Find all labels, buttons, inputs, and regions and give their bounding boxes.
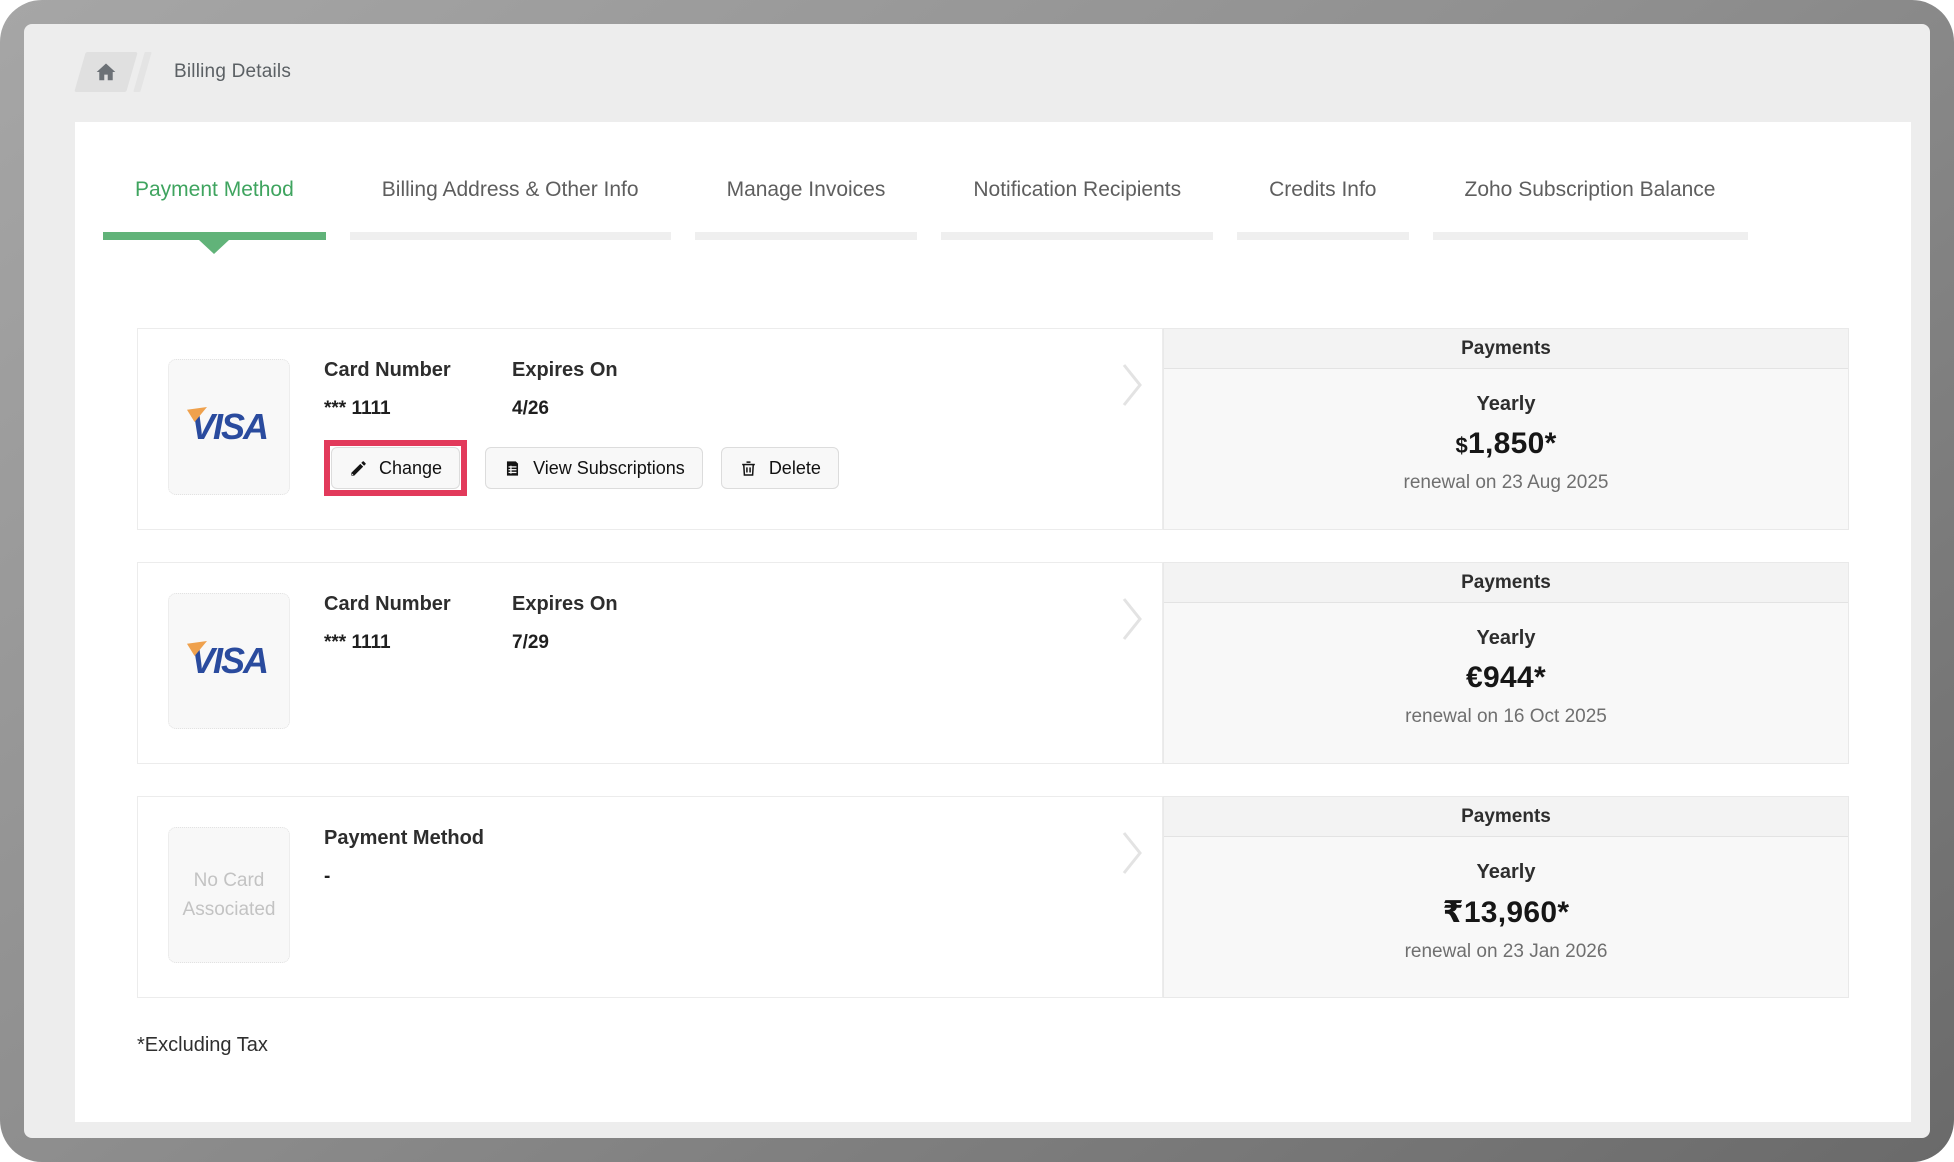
payment-method-value: -	[324, 866, 484, 888]
tab-billing-address[interactable]: Billing Address & Other Info	[350, 178, 671, 240]
visa-card-tile: VISA	[168, 359, 290, 495]
tab-manage-invoices[interactable]: Manage Invoices	[695, 178, 918, 240]
card-number-value: *** 1111	[324, 398, 452, 420]
tab-underline	[1237, 232, 1408, 240]
card-number-field: Card Number *** 1111	[324, 593, 452, 654]
tab-underline	[695, 232, 918, 240]
card-info-panel: VISA Card Number *** 1111 Expires On	[137, 328, 1163, 530]
no-card-tile: No Card Associated	[168, 827, 290, 963]
chevron-right-icon[interactable]	[1118, 357, 1146, 413]
expires-on-label: Expires On	[512, 593, 640, 616]
payment-method-field: Payment Method -	[324, 827, 484, 888]
expires-on-value: 4/26	[512, 398, 640, 420]
currency-symbol: $	[1455, 433, 1468, 458]
payments-header: Payments	[1164, 563, 1848, 603]
tab-notification-recipients[interactable]: Notification Recipients	[941, 178, 1213, 240]
payments-panel: Payments Yearly $1,850* renewal on 23 Au…	[1163, 328, 1849, 530]
breadcrumb: Billing Details	[80, 52, 291, 92]
payment-method-label: Payment Method	[324, 827, 484, 850]
tab-underline	[350, 232, 671, 240]
expires-on-value: 7/29	[512, 632, 640, 654]
billing-cycle: Yearly	[1477, 393, 1536, 416]
payments-header: Payments	[1164, 329, 1848, 369]
card-number-label: Card Number	[324, 359, 452, 382]
trash-icon	[739, 459, 758, 478]
card-number-field: Card Number *** 1111	[324, 359, 452, 420]
payment-method-list: VISA Card Number *** 1111 Expires On	[137, 328, 1849, 1030]
payments-header: Payments	[1164, 797, 1848, 837]
pencil-icon	[349, 459, 368, 478]
tab-active-underline	[103, 232, 326, 240]
tab-bar: Payment Method Billing Address & Other I…	[75, 122, 1911, 240]
expires-on-label: Expires On	[512, 359, 640, 382]
change-button-highlight: Change	[324, 440, 467, 496]
breadcrumb-label: Billing Details	[174, 61, 291, 83]
payment-method-row: VISA Card Number *** 1111 Expires On	[137, 562, 1849, 764]
visa-logo: VISA	[191, 640, 267, 682]
tab-payment-method[interactable]: Payment Method	[103, 178, 326, 240]
card-info-panel: No Card Associated Payment Method -	[137, 796, 1163, 998]
excluding-tax-note: *Excluding Tax	[137, 1034, 268, 1057]
card-number-value: *** 1111	[324, 632, 452, 654]
chevron-right-icon[interactable]	[1118, 591, 1146, 647]
card-info-panel: VISA Card Number *** 1111 Expires On	[137, 562, 1163, 764]
payment-amount: $1,850*	[1455, 427, 1556, 461]
view-subscriptions-button[interactable]: View Subscriptions	[485, 447, 703, 489]
visa-logo: VISA	[191, 406, 267, 448]
payments-panel: Payments Yearly €944* renewal on 16 Oct …	[1163, 562, 1849, 764]
home-button[interactable]	[74, 52, 137, 92]
delete-button[interactable]: Delete	[721, 447, 839, 489]
tab-underline	[1433, 232, 1748, 240]
billing-cycle: Yearly	[1477, 861, 1536, 884]
billing-details-card: Payment Method Billing Address & Other I…	[75, 122, 1911, 1122]
renewal-date: renewal on 23 Aug 2025	[1404, 472, 1609, 494]
tab-credits-info[interactable]: Credits Info	[1237, 178, 1408, 240]
no-card-associated-text: No Card Associated	[179, 866, 279, 925]
billing-cycle: Yearly	[1477, 627, 1536, 650]
currency-symbol: €	[1466, 661, 1483, 694]
payment-amount: €944*	[1466, 661, 1546, 695]
expires-on-field: Expires On 7/29	[512, 593, 640, 654]
chevron-right-icon[interactable]	[1118, 825, 1146, 881]
payment-method-row: No Card Associated Payment Method -	[137, 796, 1849, 998]
card-actions: Change View Subscriptions	[324, 440, 839, 496]
change-button[interactable]: Change	[331, 447, 460, 489]
invoice-icon	[503, 459, 522, 478]
breadcrumb-separator	[133, 52, 151, 92]
home-icon	[89, 59, 122, 85]
screenshot-frame: Billing Details Payment Method Billing A…	[0, 0, 1954, 1162]
tab-underline	[941, 232, 1213, 240]
visa-card-tile: VISA	[168, 593, 290, 729]
page-background: Billing Details Payment Method Billing A…	[24, 24, 1930, 1138]
tab-zoho-subscription-balance[interactable]: Zoho Subscription Balance	[1433, 178, 1748, 240]
renewal-date: renewal on 16 Oct 2025	[1405, 706, 1607, 728]
payments-panel: Payments Yearly ₹13,960* renewal on 23 J…	[1163, 796, 1849, 998]
payment-amount: ₹13,960*	[1443, 895, 1570, 930]
expires-on-field: Expires On 4/26	[512, 359, 640, 420]
currency-symbol: ₹	[1443, 896, 1464, 929]
card-number-label: Card Number	[324, 593, 452, 616]
payment-method-row: VISA Card Number *** 1111 Expires On	[137, 328, 1849, 530]
renewal-date: renewal on 23 Jan 2026	[1405, 941, 1608, 963]
